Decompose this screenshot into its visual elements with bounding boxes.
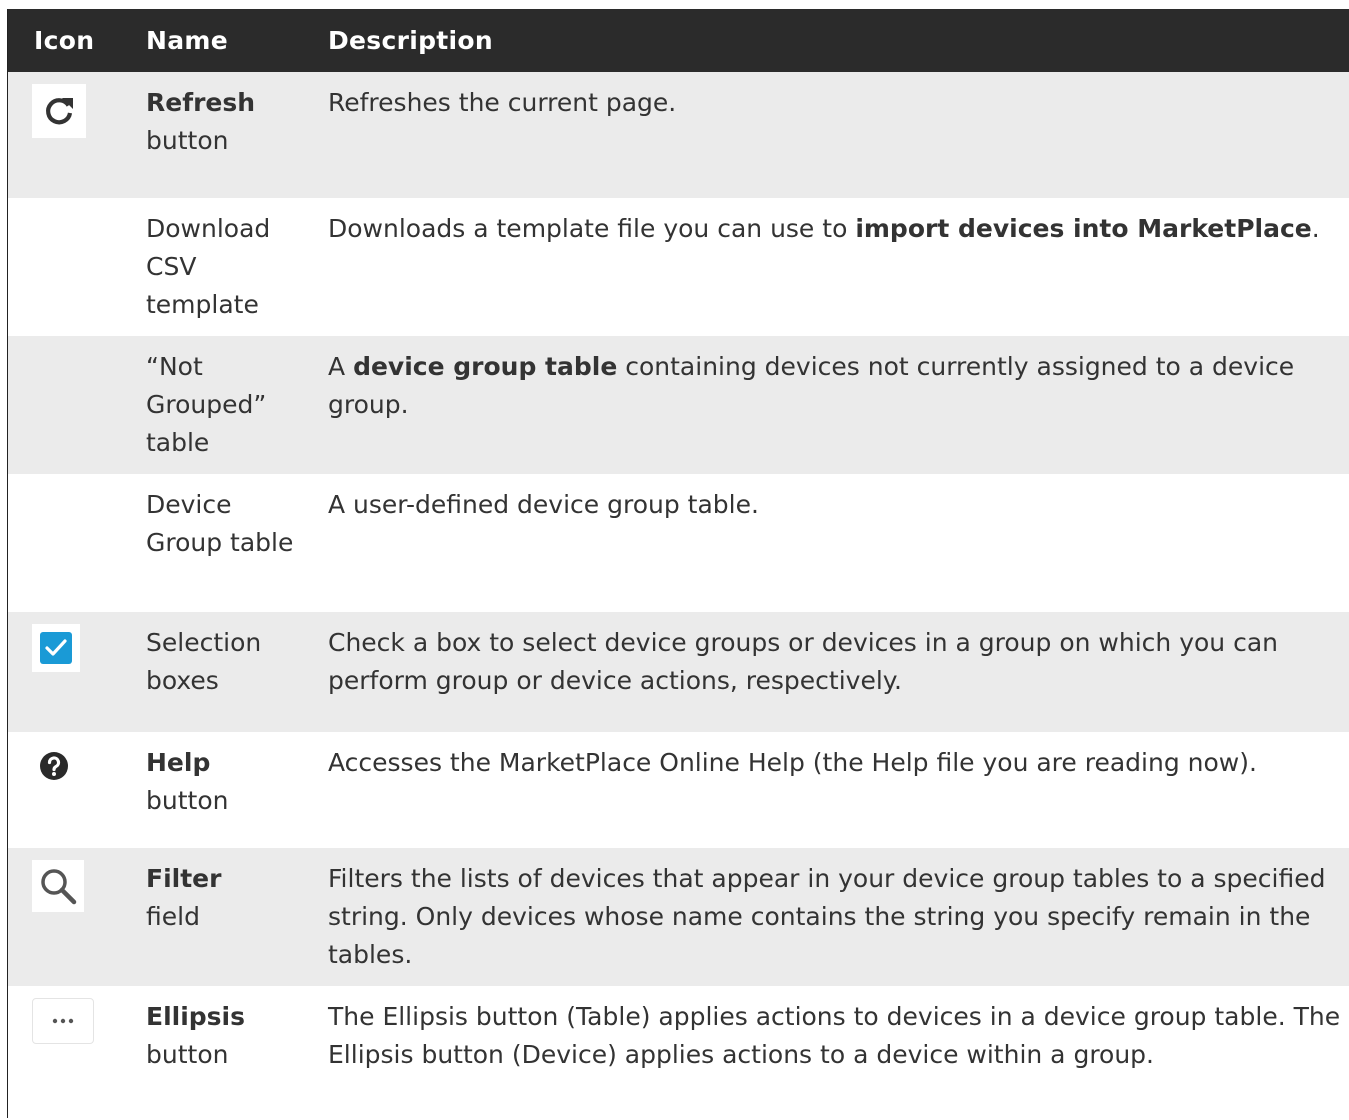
description-text: Filters the lists of devices that appear… [328, 864, 1326, 969]
description-emphasis: device group table [353, 352, 618, 381]
name-text: field [146, 902, 200, 931]
table-row: Download CSV template Downloads a templat… [8, 198, 1349, 336]
name-cell: Refresh button [127, 72, 309, 198]
table-row: Selection boxes Check a box to select dev… [8, 612, 1349, 732]
description-cell: Check a box to select device groups or d… [309, 612, 1349, 732]
name-cell: Selection boxes [127, 612, 309, 732]
icon-cell [8, 336, 127, 474]
search-icon [32, 860, 84, 912]
icon-cell [8, 474, 127, 612]
name-bold: Ellipsis [146, 1002, 246, 1031]
name-bold: Filter [146, 864, 222, 893]
icon-cell [8, 732, 127, 848]
name-cell: “Not Grouped” table [127, 336, 309, 474]
description-text: Downloads a template file you can use to [328, 214, 856, 243]
header-description: Description [309, 9, 1349, 72]
description-text: Refreshes the current page. [328, 88, 677, 117]
name-cell: Download CSV template [127, 198, 309, 336]
name-cell: Help button [127, 732, 309, 848]
table-row: Help button Accesses the MarketPlace Onlin… [8, 732, 1349, 848]
icon-cell [8, 986, 127, 1118]
table-row: Refresh button Refreshes the current page. [8, 72, 1349, 198]
description-cell: Refreshes the current page. [309, 72, 1349, 198]
description-cell: The Ellipsis button (Table) applies acti… [309, 986, 1349, 1118]
name-bold: Help [146, 748, 211, 777]
refresh-icon [32, 84, 86, 138]
ellipsis-icon [32, 998, 94, 1044]
header-name: Name [127, 9, 309, 72]
description-text: . [1311, 214, 1320, 243]
description-cell: A device group table containing devices … [309, 336, 1349, 474]
header-icon: Icon [8, 9, 127, 72]
description-cell: A user-defined device group table. [309, 474, 1349, 612]
name-text: “Not Grouped” table [146, 352, 267, 457]
name-cell: Filter field [127, 848, 309, 986]
description-text: Check a box to select device groups or d… [328, 628, 1278, 695]
description-emphasis: import devices into MarketPlace [855, 214, 1312, 243]
name-bold: Refresh [146, 88, 256, 117]
checkbox-icon [32, 624, 80, 672]
description-text: The Ellipsis button (Table) applies acti… [328, 1002, 1341, 1069]
description-text: Accesses the MarketPlace Online Help (th… [328, 748, 1257, 777]
icon-cell [8, 848, 127, 986]
name-cell: Ellipsis button [127, 986, 309, 1118]
table-header-row: Icon Name Description [8, 9, 1349, 72]
table-row: Ellipsis button The Ellipsis button (Table… [8, 986, 1349, 1118]
description-cell: Downloads a template file you can use to… [309, 198, 1349, 336]
name-cell: Device Group table [127, 474, 309, 612]
name-text: button [146, 1040, 229, 1069]
icon-cell [8, 612, 127, 732]
description-text: A [328, 352, 354, 381]
reference-table: Icon Name Description Refresh button Refre… [8, 9, 1349, 1118]
table-row: “Not Grouped” table A device group table … [8, 336, 1349, 474]
description-text: A user-defined device group table. [328, 490, 759, 519]
description-cell: Accesses the MarketPlace Online Help (th… [309, 732, 1349, 848]
reference-table-container: Icon Name Description Refresh button Refre… [7, 9, 1349, 1118]
name-text: Download CSV template [146, 214, 271, 319]
help-icon [32, 744, 76, 788]
table-row: Filter field Filters the lists of devices … [8, 848, 1349, 986]
name-text: button [146, 126, 229, 155]
icon-cell [8, 72, 127, 198]
name-text: Device Group table [146, 490, 294, 557]
description-cell: Filters the lists of devices that appear… [309, 848, 1349, 986]
icon-cell [8, 198, 127, 336]
table-row: Device Group table A user-defined device … [8, 474, 1349, 612]
name-text: Selection boxes [146, 628, 262, 695]
name-text: button [146, 786, 229, 815]
